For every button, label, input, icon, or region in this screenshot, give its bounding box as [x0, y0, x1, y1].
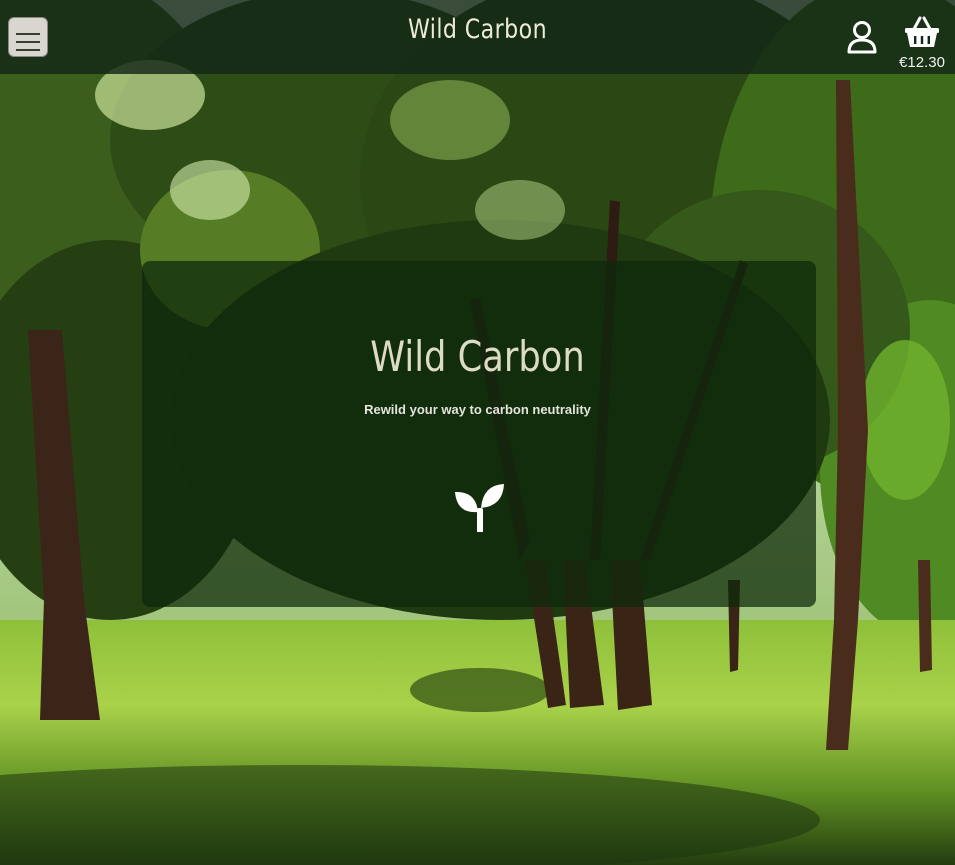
- basket-link[interactable]: €12.30: [894, 16, 950, 72]
- top-navbar: Wild Carbon €12.30: [0, 0, 955, 74]
- account-link[interactable]: [845, 20, 879, 54]
- menu-toggle-button[interactable]: [8, 17, 48, 57]
- hero-subtitle: Rewild your way to carbon neutrality: [364, 402, 591, 417]
- page: Wild Carbon €12.30 Wild Carbon Rewild yo…: [0, 0, 955, 865]
- hero-title: Wild Carbon: [370, 332, 585, 381]
- hamburger-menu-icon: [16, 32, 40, 51]
- user-icon: [847, 21, 877, 54]
- shopping-basket-icon: [905, 16, 939, 47]
- seedling-icon: [455, 484, 504, 532]
- brand-logo-link[interactable]: Wild Carbon: [86, 14, 869, 45]
- hero-panel: [142, 261, 816, 607]
- basket-total: €12.30: [899, 54, 945, 71]
